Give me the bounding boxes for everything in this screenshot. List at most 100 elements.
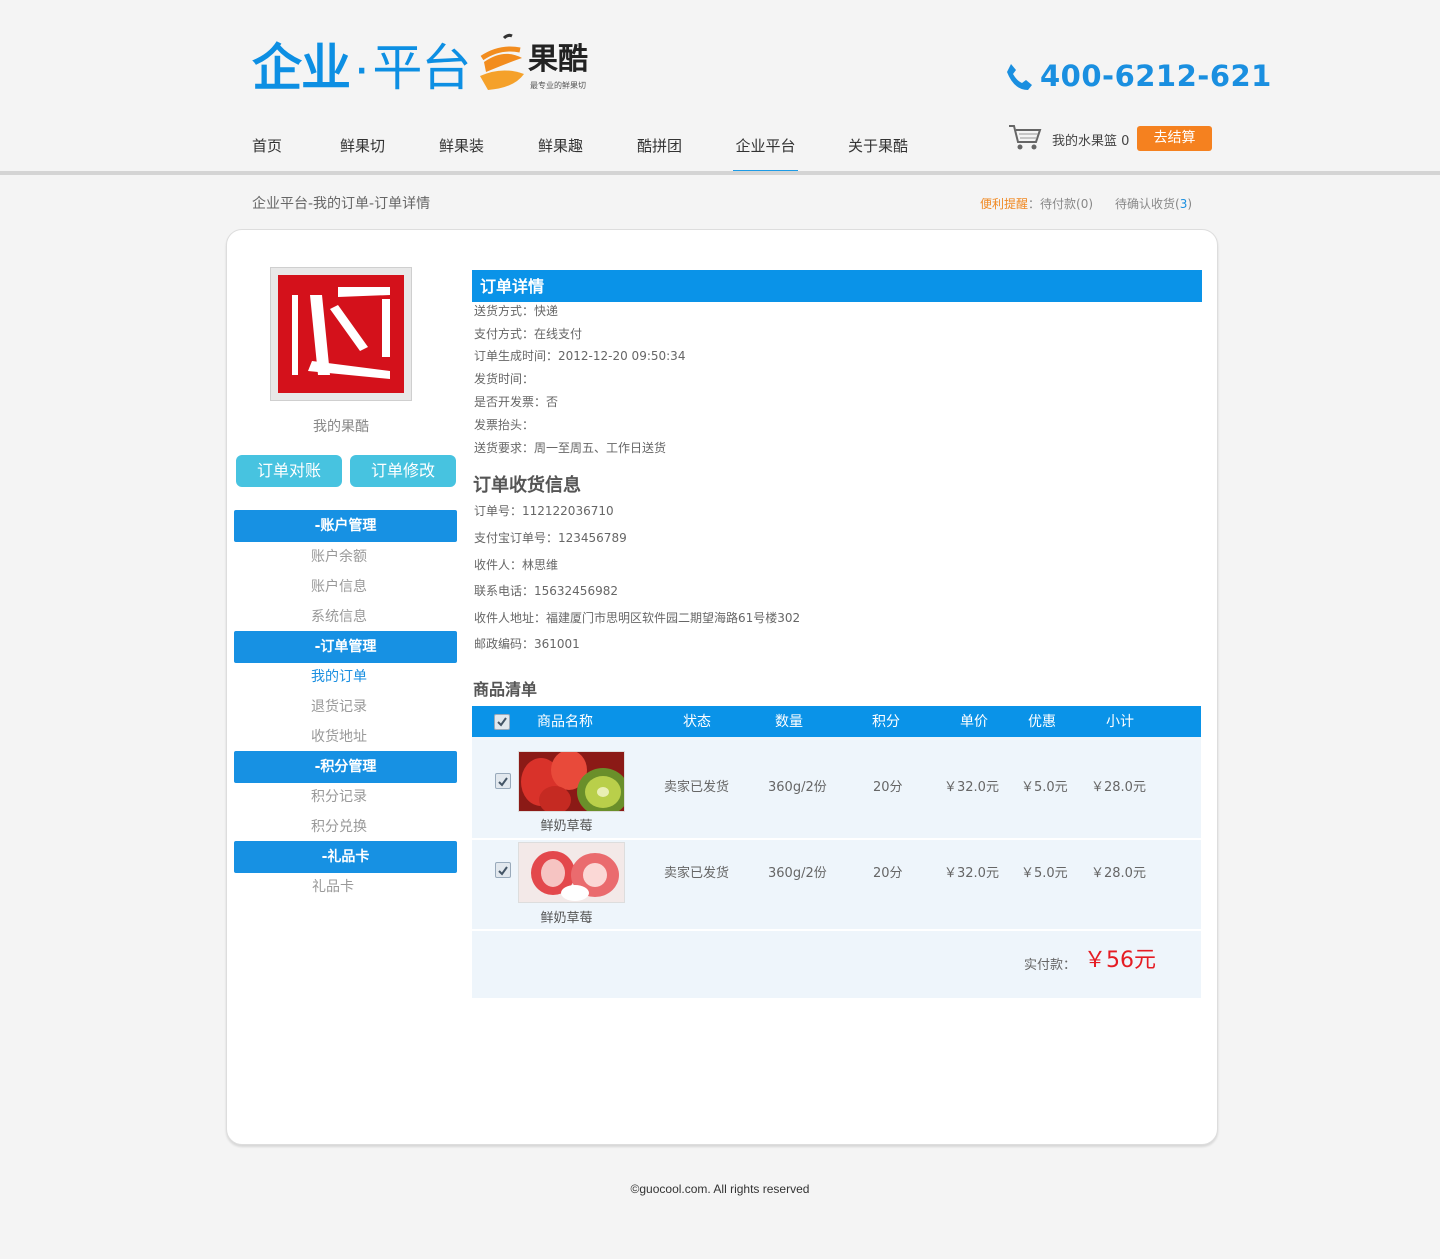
detail-line: 支付方式：在线支付 (474, 327, 583, 341)
detail-line: 订单生成时间：2012-12-20 09:50:34 (474, 349, 686, 363)
select-all-checkbox[interactable] (494, 714, 510, 730)
col-points: 积分 (872, 714, 900, 730)
site-header: 企业 · 平台 果酷 最专业的鲜果切 400-6212-621 (0, 0, 1440, 176)
order-reconcile-button[interactable]: 订单对账 (236, 455, 342, 487)
check-icon (498, 866, 508, 876)
product-unit-price: ￥32.0元 (944, 780, 999, 795)
pending-confirm-link[interactable]: 待确认收货(3) (1115, 197, 1192, 211)
receipt-line: 支付宝订单号：123456789 (474, 531, 627, 545)
brand-dot: · (356, 53, 367, 89)
col-unit-price: 单价 (960, 714, 988, 730)
avatar-logo-icon (278, 275, 404, 393)
receipt-line: 收件人地址：福建厦门市思明区软件园二期望海路61号楼302 (474, 611, 801, 625)
sidebar-item-points-record[interactable]: 积分记录 (234, 787, 444, 807)
product-subtotal: ￥28.0元 (1091, 866, 1146, 881)
sidebar-item-my-orders[interactable]: 我的订单 (234, 667, 444, 687)
footer-copyright: ©guocool.com. All rights reserved (630, 1182, 810, 1196)
detail-line: 发票抬头： (474, 418, 535, 432)
orange-peel-logo-icon (480, 33, 524, 90)
strawberry-cream-image (519, 843, 624, 902)
checkout-button[interactable]: 去结算 (1137, 126, 1212, 151)
sidebar-item-returns[interactable]: 退货记录 (234, 697, 444, 717)
nav-item-about[interactable]: 关于果酷 (848, 130, 908, 174)
check-icon (497, 717, 507, 727)
receipt-line: 订单号：112122036710 (474, 504, 614, 518)
product-list-title: 商品清单 (473, 680, 538, 699)
detail-line: 发货时间： (474, 372, 535, 386)
nav-item-enterprise[interactable]: 企业平台 (733, 130, 798, 174)
receipt-info-title: 订单收货信息 (473, 475, 581, 496)
pending-confirm-suffix: ) (1187, 197, 1193, 211)
order-modify-button[interactable]: 订单修改 (350, 455, 456, 487)
col-status: 状态 (683, 714, 711, 730)
sidebar-group-points[interactable]: -积分管理 (234, 751, 457, 783)
check-icon (498, 777, 508, 787)
product-thumbnail[interactable] (518, 751, 625, 812)
nav-item-fresh-pack[interactable]: 鲜果装 (439, 130, 484, 174)
product-thumbnail[interactable] (518, 842, 625, 903)
product-points: 20分 (873, 866, 903, 881)
detail-line: 送货要求：周一至周五、工作日送货 (474, 441, 667, 455)
sidebar-item-system-info[interactable]: 系统信息 (234, 607, 444, 627)
pending-payment-link[interactable]: ：待付款(0) (1028, 197, 1093, 211)
col-subtotal: 小计 (1106, 714, 1134, 730)
product-points: 20分 (873, 780, 903, 795)
breadcrumb: 企业平台-我的订单-订单详情 (252, 196, 431, 212)
receipt-line: 收件人：林思维 (474, 558, 559, 572)
phone-icon (1007, 64, 1032, 90)
sidebar-item-account-info[interactable]: 账户信息 (234, 577, 444, 597)
detail-line: 送货方式：快递 (474, 304, 559, 318)
product-name[interactable]: 鲜奶草莓 (513, 815, 620, 834)
avatar[interactable] (270, 267, 412, 401)
brand-title-right: 平台 (372, 39, 471, 97)
col-discount: 优惠 (1028, 714, 1056, 730)
sidebar-group-account[interactable]: -账户管理 (234, 510, 457, 542)
brand-title[interactable]: 企业 · 平台 (252, 36, 471, 104)
product-discount: ￥5.0元 (1021, 866, 1068, 881)
product-discount: ￥5.0元 (1021, 780, 1068, 795)
total-paid-label: 实付款： (1024, 958, 1077, 973)
product-table-header: 商品名称 状态 数量 积分 单价 优惠 小计 (472, 706, 1201, 737)
row-checkbox[interactable] (495, 773, 511, 789)
logo-text: 果酷 (528, 42, 588, 77)
nav-item-home[interactable]: 首页 (252, 130, 282, 174)
detail-line: 是否开发票：否 (474, 395, 559, 409)
nav-item-group-buy[interactable]: 酷拼团 (637, 130, 682, 174)
pending-confirm-label: 待确认收货( (1115, 197, 1180, 211)
sidebar-group-orders[interactable]: -订单管理 (234, 631, 457, 663)
sidebar-item-balance[interactable]: 账户余额 (234, 547, 444, 567)
order-detail-title: 订单详情 (472, 270, 1202, 302)
col-product-name: 商品名称 (537, 714, 593, 730)
col-quantity: 数量 (775, 714, 803, 730)
total-paid-value: ￥56元 (1084, 948, 1156, 973)
product-name[interactable]: 鲜奶草莓 (513, 907, 620, 926)
reminder-label: 便利提醒 (980, 197, 1029, 211)
strawberry-kiwi-image (519, 752, 624, 811)
my-guocool-label: 我的果酷 (313, 419, 369, 435)
guocool-logo[interactable]: 果酷 最专业的鲜果切 (474, 32, 604, 96)
sidebar-item-points-exchange[interactable]: 积分兑换 (234, 817, 444, 837)
product-status: 卖家已发货 (664, 780, 730, 795)
sidebar-item-gift-card[interactable]: 礼品卡 (234, 877, 432, 897)
cart-icon (1009, 125, 1042, 150)
sidebar-group-gift-card[interactable]: -礼品卡 (234, 841, 457, 873)
product-status: 卖家已发货 (664, 866, 730, 881)
receipt-line: 邮政编码：361001 (474, 637, 580, 651)
receipt-line: 联系电话：15632456982 (474, 584, 618, 598)
sidebar-item-addresses[interactable]: 收货地址 (234, 727, 444, 747)
nav-divider (0, 171, 1440, 175)
reminder-bar: 便利提醒：待付款(0) 待确认收货(3) (980, 195, 1192, 212)
fruit-basket-label: 我的水果篮 0 (1052, 134, 1130, 149)
product-quantity: 360g/2份 (768, 780, 827, 795)
brand-title-left: 企业 (252, 39, 351, 97)
row-divider (472, 929, 1201, 931)
avatar-image (278, 275, 404, 393)
nav-item-fresh-fun[interactable]: 鲜果趣 (538, 130, 583, 174)
row-checkbox[interactable] (495, 862, 511, 878)
nav-item-fresh-cut[interactable]: 鲜果切 (340, 130, 385, 174)
product-quantity: 360g/2份 (768, 866, 827, 881)
hotline-number: 400-6212-621 (1040, 59, 1272, 93)
product-unit-price: ￥32.0元 (944, 866, 999, 881)
logo-slogan: 最专业的鲜果切 (530, 81, 586, 90)
product-subtotal: ￥28.0元 (1091, 780, 1146, 795)
